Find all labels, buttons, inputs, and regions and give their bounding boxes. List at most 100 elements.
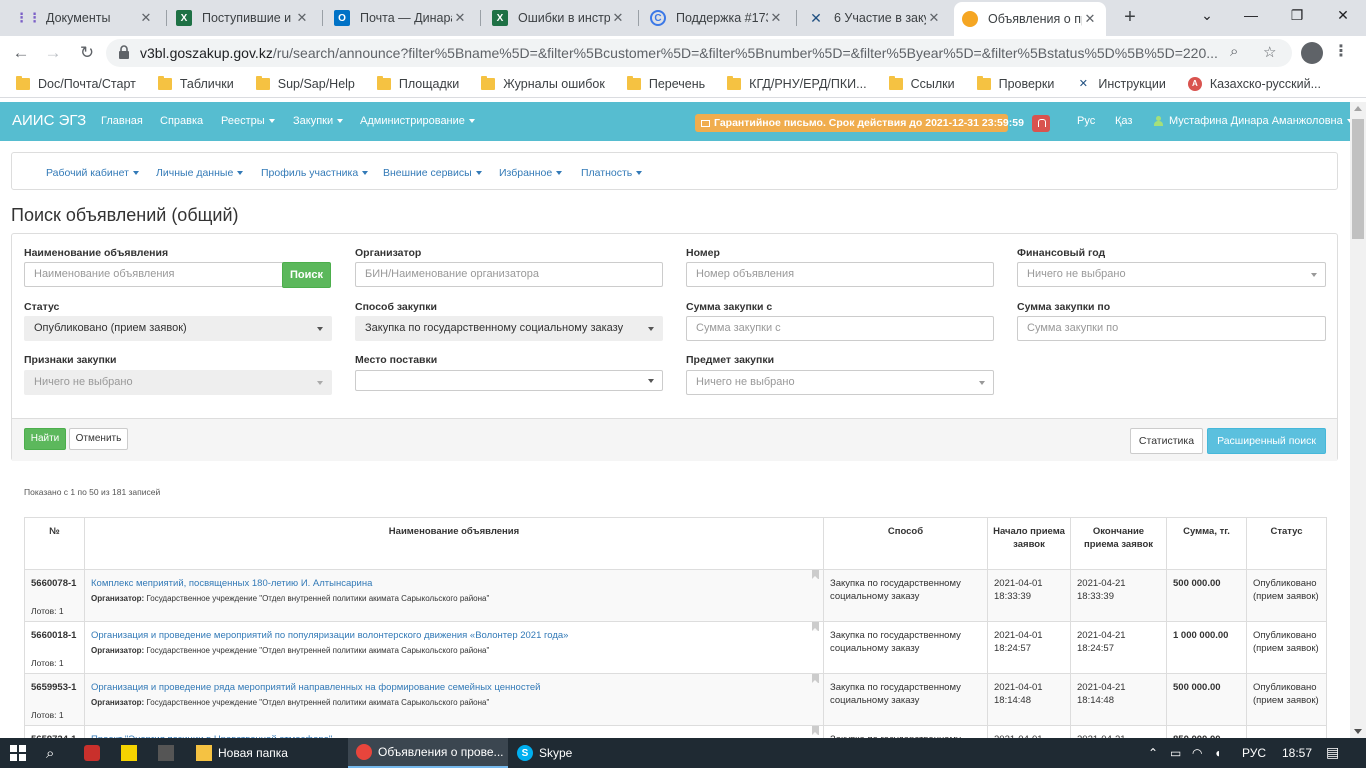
browser-tab[interactable]: X Поступившие и а ✕ xyxy=(168,4,318,32)
signs-label: Признаки закупки xyxy=(24,354,117,366)
row-name-cell: Организация и проведение ряда мероприяти… xyxy=(84,673,824,726)
bookmark-folder[interactable]: Журналы ошибок xyxy=(481,75,605,91)
address-bar[interactable]: v3bl.goszakup.gov.kz/ru/search/announce?… xyxy=(106,39,1292,67)
minimize-icon[interactable]: — xyxy=(1228,0,1274,32)
menu-icon[interactable]: ⋮ xyxy=(1333,41,1349,61)
close-icon[interactable]: ✕ xyxy=(926,10,942,26)
lang-ru[interactable]: Рус xyxy=(1077,115,1095,127)
bookmark-folder[interactable]: Sup/Sap/Help xyxy=(255,75,355,91)
subnav-personal[interactable]: Личные данные xyxy=(156,167,244,179)
bookmark-folder[interactable]: Перечень xyxy=(626,75,705,91)
volume-icon[interactable]: ◖ xyxy=(1214,746,1221,760)
bookmark-folder[interactable]: Таблички xyxy=(157,75,234,91)
number-input[interactable]: Номер объявления xyxy=(686,262,994,287)
tab-search-icon[interactable]: ⌄ xyxy=(1184,0,1230,32)
name-search-button[interactable]: Поиск xyxy=(282,262,331,288)
profile-avatar[interactable] xyxy=(1301,42,1323,64)
sticky-notes-icon[interactable] xyxy=(121,738,143,768)
announce-link[interactable]: Комплекс меприятий, посвященных 180-лети… xyxy=(91,577,817,590)
input-language[interactable]: РУС xyxy=(1242,746,1266,760)
announce-link[interactable]: Организация и проведение мероприятий по … xyxy=(91,629,817,642)
cancel-button[interactable]: Отменить xyxy=(69,428,128,450)
bookmark-icon[interactable] xyxy=(812,570,819,579)
search-icon[interactable]: ⌕ xyxy=(46,738,54,768)
window-close-icon[interactable]: ✕ xyxy=(1320,0,1366,32)
bookmark-icon[interactable] xyxy=(812,674,819,683)
sum-from-input[interactable]: Сумма закупки с xyxy=(686,316,994,341)
nav-registries[interactable]: Реестры xyxy=(221,115,275,127)
sum-to-input[interactable]: Сумма закупки по xyxy=(1017,316,1326,341)
bookmark-folder[interactable]: Ссылки xyxy=(888,75,955,91)
close-icon[interactable]: ✕ xyxy=(138,10,154,26)
browser-tab-active[interactable]: Объявления о пр ✕ xyxy=(954,2,1106,36)
org-input[interactable]: БИН/Наименование организатора xyxy=(355,262,663,287)
restore-icon[interactable]: ❐ xyxy=(1274,0,1320,32)
taskbar-skype[interactable]: S Skype xyxy=(511,738,666,768)
page-scrollbar[interactable] xyxy=(1350,102,1366,738)
lang-kz[interactable]: Қаз xyxy=(1115,115,1132,127)
tray-chevron-icon[interactable]: ⌃ xyxy=(1148,746,1158,760)
close-icon[interactable]: ✕ xyxy=(610,10,626,26)
zoom-icon[interactable]: ⌕ xyxy=(1230,43,1238,60)
browser-tab[interactable]: ✕ 6 Участие в заку ✕ xyxy=(800,4,950,32)
nav-admin[interactable]: Администрирование xyxy=(360,115,475,127)
nav-home[interactable]: Главная xyxy=(101,115,143,127)
subnav-paid[interactable]: Платность xyxy=(581,167,643,179)
bookmark-link[interactable]: ✕ Инструкции xyxy=(1076,77,1166,91)
mail-app-icon[interactable] xyxy=(84,738,106,768)
back-icon[interactable]: ← xyxy=(8,40,34,66)
close-icon[interactable]: ✕ xyxy=(768,10,784,26)
browser-tab[interactable]: O Почта — Динара ✕ xyxy=(326,4,476,32)
bookmark-folder[interactable]: Doc/Почта/Старт xyxy=(16,75,136,91)
subject-select[interactable]: Ничего не выбрано xyxy=(686,370,994,395)
new-tab-button[interactable]: + xyxy=(1118,6,1142,30)
taskbar-chrome[interactable]: Объявления о прове... xyxy=(348,738,508,768)
year-select[interactable]: Ничего не выбрано xyxy=(1017,262,1326,287)
bookmark-link[interactable]: A Казахско-русский... xyxy=(1187,76,1321,91)
signs-select[interactable]: Ничего не выбрано xyxy=(24,370,332,395)
network-icon[interactable]: ▭ xyxy=(1170,746,1181,760)
bookmark-folder[interactable]: КГД/РНУ/ЕРД/ПКИ... xyxy=(727,75,867,91)
nav-help[interactable]: Справка xyxy=(160,115,203,127)
user-menu[interactable]: Мустафина Динара Аманжоловна xyxy=(1169,115,1353,127)
reload-icon[interactable]: ↻ xyxy=(74,40,100,66)
announce-link[interactable]: Организация и проведение ряда мероприяти… xyxy=(91,681,817,694)
browser-tab[interactable]: C Поддержка #173 ✕ xyxy=(642,4,792,32)
bookmark-folder[interactable]: Проверки xyxy=(976,75,1054,91)
subnav-external[interactable]: Внешние сервисы xyxy=(383,167,482,179)
taskbar-folder[interactable]: Новая папка xyxy=(190,738,345,768)
scroll-down-icon[interactable] xyxy=(1354,729,1362,734)
start-button[interactable] xyxy=(10,738,26,768)
forward-icon[interactable]: → xyxy=(40,40,66,66)
find-button[interactable]: Найти xyxy=(24,428,66,450)
browser-tab[interactable]: X Ошибки в инстру ✕ xyxy=(484,4,634,32)
clock[interactable]: 18:57 xyxy=(1282,746,1312,760)
guarantee-letter-badge[interactable]: Гарантийное письмо. Срок действия до 202… xyxy=(695,114,1024,132)
close-icon[interactable]: ✕ xyxy=(294,10,310,26)
statistics-button[interactable]: Статистика xyxy=(1130,428,1203,454)
bookmark-folder[interactable]: Площадки xyxy=(376,75,459,91)
name-input[interactable]: Наименование объявления xyxy=(24,262,284,287)
site-brand[interactable]: АИИС ЭГЗ xyxy=(12,112,86,129)
wifi-icon[interactable]: ◠ xyxy=(1192,746,1202,760)
scroll-thumb[interactable] xyxy=(1352,119,1364,239)
star-icon[interactable]: ☆ xyxy=(1263,43,1276,61)
subnav-favorites[interactable]: Избранное xyxy=(499,167,563,179)
bell-icon[interactable] xyxy=(1032,115,1050,132)
browser-tab[interactable]: ⋮⋮ Документы ✕ xyxy=(12,4,162,32)
close-icon[interactable]: ✕ xyxy=(452,10,468,26)
bookmark-icon[interactable] xyxy=(812,622,819,631)
place-select[interactable] xyxy=(355,370,663,391)
close-icon[interactable]: ✕ xyxy=(1082,11,1098,27)
bookmark-icon[interactable] xyxy=(812,726,819,735)
method-select[interactable]: Закупка по государственному социальному … xyxy=(355,316,663,341)
caret-down-icon xyxy=(648,327,654,331)
nav-purchases[interactable]: Закупки xyxy=(293,115,344,127)
status-select[interactable]: Опубликовано (прием заявок) xyxy=(24,316,332,341)
scroll-up-icon[interactable] xyxy=(1354,106,1362,111)
advanced-search-button[interactable]: Расширенный поиск xyxy=(1207,428,1326,454)
explorer-icon[interactable] xyxy=(158,738,180,768)
subnav-cabinet[interactable]: Рабочий кабинет xyxy=(46,167,139,179)
subnav-profile[interactable]: Профиль участника xyxy=(261,167,369,179)
notifications-icon[interactable]: ▤ xyxy=(1326,744,1339,761)
